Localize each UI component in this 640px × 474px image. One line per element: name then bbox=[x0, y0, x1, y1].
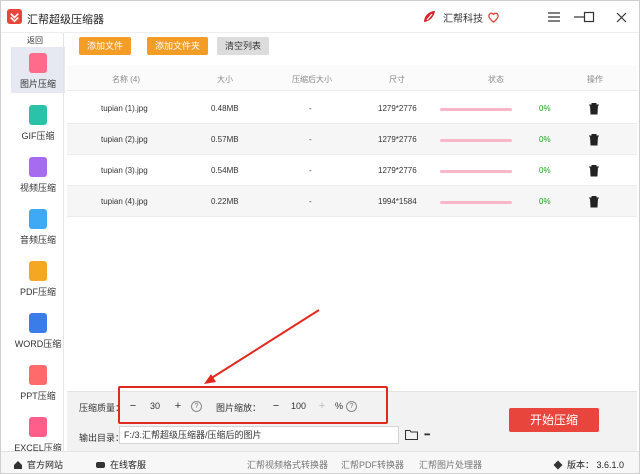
progress-percent: 0% bbox=[539, 104, 551, 113]
menu-icon[interactable] bbox=[546, 9, 562, 25]
column-header-name: 名称 (4) bbox=[112, 75, 140, 84]
sidebar-item-gif[interactable]: GIF压缩 bbox=[11, 99, 65, 145]
footer-link-image-processor[interactable]: 汇帮图片处理器 bbox=[419, 458, 482, 471]
output-path-field[interactable]: F:/3.汇帮超级压缩器/压缩后的图片 bbox=[119, 426, 399, 444]
gif-icon bbox=[29, 105, 47, 125]
progress-bar bbox=[440, 139, 512, 142]
table-row[interactable]: tupian (4).jpg 0.22MB - 1994*1584 0% bbox=[67, 186, 637, 217]
footer: 官方网站 在线客服 汇帮视频格式转换器 汇帮PDF转换器 汇帮图片处理器 版本：… bbox=[1, 451, 639, 473]
file-name: tupian (1).jpg bbox=[101, 104, 148, 113]
version-label: 版本： 3.6.1.0 bbox=[567, 460, 625, 470]
sidebar-item-ppt[interactable]: PPT压缩 bbox=[11, 359, 65, 405]
sidebar-item-image[interactable]: 图片压缩 bbox=[11, 47, 65, 93]
sidebar-item-label: 音频压缩 bbox=[19, 235, 56, 245]
progress-bar bbox=[440, 201, 512, 204]
file-size: 0.22MB bbox=[211, 197, 239, 206]
column-header-dimensions: 尺寸 bbox=[389, 75, 405, 84]
column-header-actions: 操作 bbox=[587, 75, 603, 84]
progress-percent: 0% bbox=[539, 166, 551, 175]
annotation-highlight-box bbox=[118, 386, 388, 424]
folder-icon[interactable] bbox=[405, 429, 418, 440]
brand[interactable]: 汇帮科技 bbox=[421, 8, 500, 26]
sidebar-item-label: PDF压缩 bbox=[19, 287, 56, 297]
brand-logo-icon bbox=[424, 11, 435, 22]
sidebar-item-label: WORD压缩 bbox=[14, 339, 62, 349]
word-icon bbox=[29, 313, 47, 333]
trash-icon[interactable] bbox=[588, 102, 600, 115]
progress-bar bbox=[440, 170, 512, 173]
home-icon bbox=[14, 460, 22, 469]
sidebar-item-video[interactable]: 视频压缩 bbox=[11, 151, 65, 197]
excel-icon bbox=[29, 417, 47, 437]
file-name: tupian (2).jpg bbox=[101, 135, 148, 144]
file-name: tupian (4).jpg bbox=[101, 197, 148, 206]
progress-percent: 0% bbox=[539, 197, 551, 206]
file-dimensions: 1279*2776 bbox=[378, 135, 417, 144]
sidebar-item-label: PPT压缩 bbox=[20, 391, 56, 401]
output-label: 输出目录： bbox=[79, 433, 125, 443]
compressed-size: - bbox=[309, 135, 312, 144]
image-icon bbox=[29, 53, 47, 73]
progress-percent: 0% bbox=[539, 135, 551, 144]
trash-icon[interactable] bbox=[588, 133, 600, 146]
sidebar-item-pdf[interactable]: PDF压缩 bbox=[11, 255, 65, 301]
heart-icon[interactable] bbox=[487, 11, 500, 24]
table-row[interactable]: tupian (2).jpg 0.57MB - 1279*2776 0% bbox=[67, 124, 637, 155]
file-name: tupian (3).jpg bbox=[101, 166, 148, 175]
pdf-icon bbox=[29, 261, 47, 281]
sidebar-item-word[interactable]: WORD压缩 bbox=[11, 307, 65, 353]
file-dimensions: 1994*1584 bbox=[378, 197, 417, 206]
title-bar: 汇帮超级压缩器 汇帮科技 bbox=[1, 1, 639, 33]
clear-list-button[interactable]: 清空列表 bbox=[217, 37, 270, 55]
maximize-icon[interactable] bbox=[581, 9, 597, 25]
official-site-link[interactable]: 官方网站 bbox=[13, 458, 63, 471]
file-size: 0.54MB bbox=[211, 166, 239, 175]
compressed-size: - bbox=[309, 197, 312, 206]
file-dimensions: 1279*2776 bbox=[378, 104, 417, 113]
ppt-icon bbox=[29, 365, 47, 385]
trash-icon[interactable] bbox=[588, 164, 600, 177]
file-size: 0.48MB bbox=[211, 104, 239, 113]
app-title: 汇帮超级压缩器 bbox=[27, 14, 104, 26]
sidebar-divider bbox=[63, 33, 64, 451]
start-compress-button[interactable]: 开始压缩 bbox=[509, 408, 599, 432]
version-icon bbox=[553, 460, 563, 469]
online-service-label: 在线客服 bbox=[110, 460, 147, 470]
table-row[interactable]: tupian (1).jpg 0.48MB - 1279*2776 0% bbox=[67, 93, 637, 124]
table-header: 名称 (4) 大小 压缩后大小 尺寸 状态 操作 bbox=[67, 65, 637, 91]
footer-link-pdf-converter[interactable]: 汇帮PDF转换器 bbox=[341, 458, 404, 471]
file-dimensions: 1279*2776 bbox=[378, 166, 417, 175]
add-file-button[interactable]: 添加文件 bbox=[79, 37, 132, 55]
progress-bar bbox=[440, 108, 512, 111]
sidebar-item-label: 图片压缩 bbox=[19, 79, 56, 89]
more-options-button[interactable]: ••• bbox=[424, 430, 430, 439]
audio-icon bbox=[29, 209, 47, 229]
sidebar-item-label: GIF压缩 bbox=[21, 131, 55, 141]
app-window: 汇帮超级压缩器 汇帮科技 返回 图片压缩 GIF压缩 视频压缩 音频压缩 PDF… bbox=[0, 0, 640, 474]
sidebar-item-audio[interactable]: 音频压缩 bbox=[11, 203, 65, 249]
back-button[interactable]: 返回 bbox=[9, 35, 61, 46]
footer-link-video-converter[interactable]: 汇帮视频格式转换器 bbox=[247, 458, 328, 471]
column-header-compressed-size: 压缩后大小 bbox=[292, 75, 332, 84]
sidebar-item-label: 视频压缩 bbox=[19, 183, 56, 193]
add-folder-button[interactable]: 添加文件夹 bbox=[147, 37, 209, 55]
video-icon bbox=[29, 157, 47, 177]
column-header-size: 大小 bbox=[217, 75, 233, 84]
version-info: 版本： 3.6.1.0 bbox=[553, 458, 624, 471]
file-size: 0.57MB bbox=[211, 135, 239, 144]
customer-service-icon bbox=[96, 461, 105, 468]
compressed-size: - bbox=[309, 166, 312, 175]
app-logo-icon bbox=[7, 9, 22, 24]
online-service-link[interactable]: 在线客服 bbox=[95, 458, 146, 471]
close-icon[interactable] bbox=[613, 9, 629, 25]
compressed-size: - bbox=[309, 104, 312, 113]
sidebar: 返回 图片压缩 GIF压缩 视频压缩 音频压缩 PDF压缩 WORD压缩 PPT… bbox=[9, 33, 65, 453]
trash-icon[interactable] bbox=[588, 195, 600, 208]
column-header-status: 状态 bbox=[488, 75, 504, 84]
brand-name: 汇帮科技 bbox=[443, 13, 483, 25]
table-row[interactable]: tupian (3).jpg 0.54MB - 1279*2776 0% bbox=[67, 155, 637, 186]
official-site-label: 官方网站 bbox=[27, 460, 64, 470]
